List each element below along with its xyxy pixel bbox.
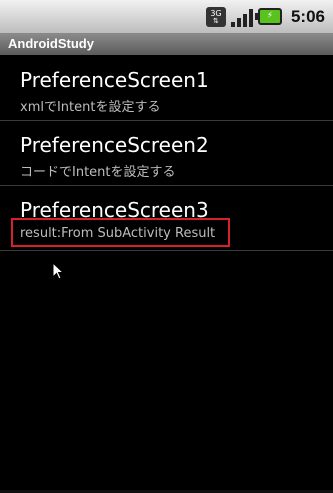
preference-item-2[interactable]: PreferenceScreen2 コードでIntentを設定する xyxy=(0,121,333,185)
preference-item-1[interactable]: PreferenceScreen1 xmlでIntentを設定する xyxy=(0,56,333,120)
app-title: AndroidStudy xyxy=(8,36,94,51)
preference-title: PreferenceScreen2 xyxy=(20,133,209,157)
3g-data-icon: 3G ⇅ xyxy=(205,6,226,27)
status-clock: 5:06 xyxy=(290,6,325,26)
status-bar: 3G ⇅ ⚡ 5:06 xyxy=(0,0,333,34)
data-arrows-icon: ⇅ xyxy=(213,16,219,25)
signal-strength-icon xyxy=(230,7,253,27)
mouse-pointer-icon xyxy=(52,261,65,284)
status-icons: 3G ⇅ ⚡ 5:06 xyxy=(205,0,333,33)
battery-charging-icon: ⚡ xyxy=(254,8,282,25)
preference-title: PreferenceScreen1 xyxy=(20,68,209,92)
app-title-bar: AndroidStudy xyxy=(0,34,333,55)
highlight-annotation-box xyxy=(11,218,230,247)
preference-summary: コードでIntentを設定する xyxy=(20,165,176,180)
preference-summary: xmlでIntentを設定する xyxy=(20,100,161,115)
charging-bolt-icon: ⚡ xyxy=(266,11,274,21)
list-divider xyxy=(0,250,333,251)
